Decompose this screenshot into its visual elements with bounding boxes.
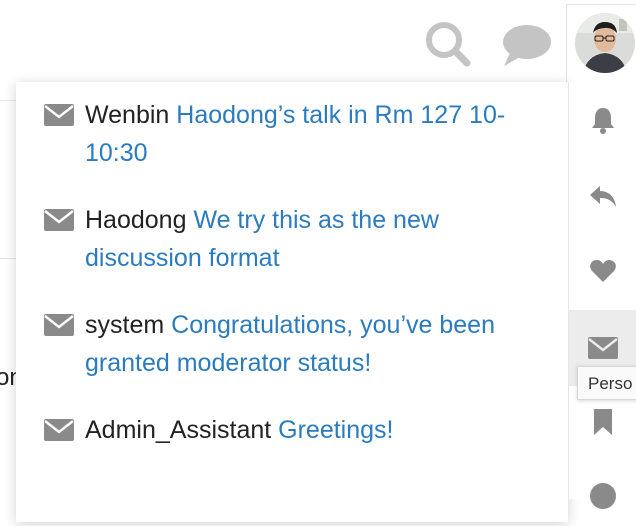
envelope-icon: [44, 314, 74, 336]
message-text: Haodong We try this as the new discussio…: [85, 201, 544, 277]
user-icon: [590, 483, 616, 509]
message-sender: system: [85, 311, 165, 339]
envelope-icon: [44, 419, 74, 441]
message-text: Wenbin Haodong’s talk in Rm 127 10-10:30: [85, 96, 544, 172]
chat-button[interactable]: [498, 20, 556, 70]
tab-bookmarks[interactable]: [569, 392, 636, 452]
envelope-icon: [588, 337, 618, 359]
message-item[interactable]: Admin_Assistant Greetings!: [44, 411, 544, 449]
avatar: [575, 13, 635, 73]
message-item[interactable]: Haodong We try this as the new discussio…: [44, 201, 544, 277]
user-menu-button[interactable]: [566, 4, 636, 82]
chat-icon: [503, 25, 551, 66]
user-menu-rail: [568, 82, 636, 509]
message-subject-link[interactable]: Greetings!: [278, 416, 393, 444]
message-item[interactable]: system Congratulations, you’ve been gran…: [44, 306, 544, 382]
bell-icon: [592, 108, 614, 134]
tooltip: Perso: [577, 366, 636, 400]
tab-likes[interactable]: [569, 241, 636, 301]
tab-notifications[interactable]: [569, 90, 636, 150]
envelope-icon: [44, 209, 74, 231]
message-sender: Haodong: [85, 206, 187, 234]
tab-replies[interactable]: [569, 166, 636, 226]
message-sender: Admin_Assistant: [85, 416, 272, 444]
search-icon: [426, 22, 471, 67]
message-item[interactable]: Wenbin Haodong’s talk in Rm 127 10-10:30: [44, 96, 544, 172]
heart-icon: [590, 260, 616, 282]
bookmark-icon: [594, 409, 612, 435]
message-text: system Congratulations, you’ve been gran…: [85, 306, 544, 382]
tab-profile[interactable]: [569, 466, 636, 526]
reply-icon: [590, 186, 616, 207]
envelope-icon: [44, 104, 74, 126]
message-sender: Wenbin: [85, 101, 170, 129]
user-avatar-photo: [575, 13, 635, 73]
search-button[interactable]: [420, 18, 476, 70]
header-bar: [0, 0, 636, 82]
message-text: Admin_Assistant Greetings!: [85, 411, 394, 449]
